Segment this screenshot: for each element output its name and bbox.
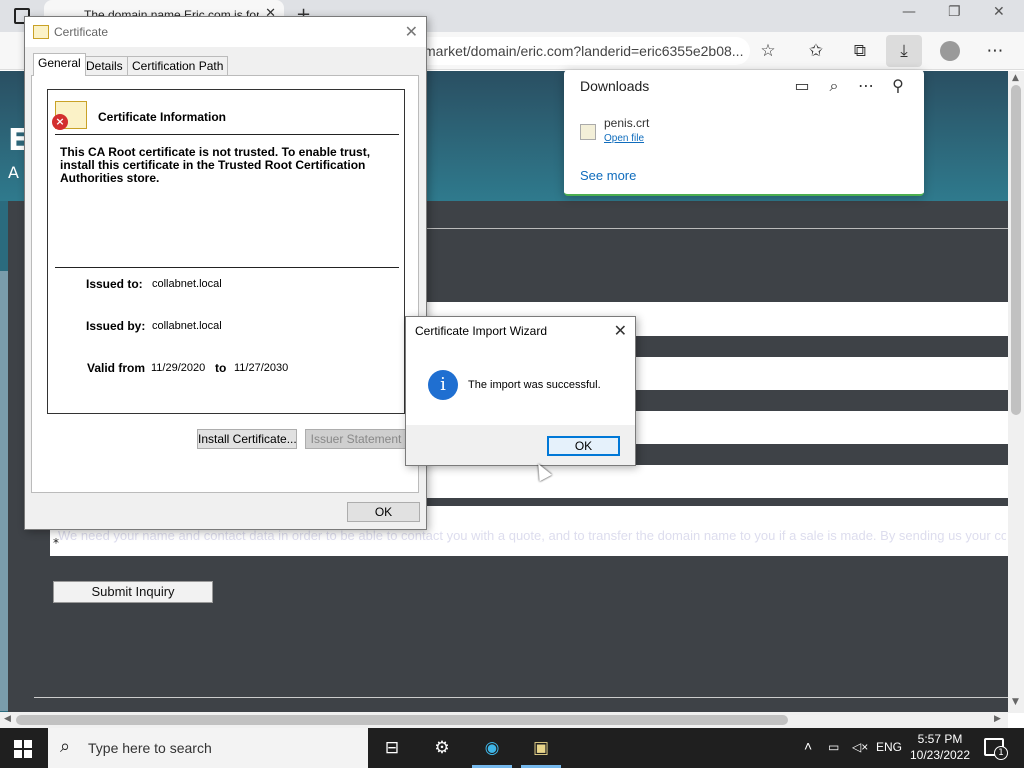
issuer-statement-button[interactable]: Issuer Statement bbox=[305, 429, 407, 449]
downloads-title: Downloads bbox=[580, 78, 650, 94]
profile-icon[interactable] bbox=[940, 41, 960, 61]
certificate-window-title: Certificate bbox=[54, 25, 109, 39]
scroll-up-icon[interactable]: ▲ bbox=[1012, 73, 1019, 83]
wizard-message: The import was successful. bbox=[468, 379, 601, 391]
import-wizard-dialog: Certificate Import Wizard ✕ i The import… bbox=[405, 316, 636, 466]
search-icon[interactable]: ⌕ bbox=[824, 76, 844, 96]
privacy-disclaimer: We need your name and contact data in or… bbox=[58, 528, 1006, 543]
certificate-icon bbox=[33, 25, 49, 39]
minimize-icon[interactable]: — bbox=[902, 4, 916, 20]
form-bottom-border bbox=[34, 697, 1008, 698]
taskbar: ⌕ Type here to search ⊟ ⚙ ◉ ▣ ˄ ▭ ◁× ENG… bbox=[0, 728, 1024, 768]
clock-date: 10/23/2022 bbox=[909, 748, 971, 762]
certificate-file-icon bbox=[580, 124, 596, 140]
clock-time: 5:57 PM bbox=[917, 732, 963, 746]
open-file-link[interactable]: Open file bbox=[604, 133, 644, 144]
input-language[interactable]: ENG bbox=[876, 740, 902, 754]
window-close-icon[interactable]: ✕ bbox=[993, 4, 1005, 20]
page-left-strip bbox=[0, 271, 8, 711]
certificate-ok-button[interactable]: OK bbox=[347, 502, 420, 522]
scroll-left-icon[interactable]: ◀ bbox=[4, 714, 11, 724]
tab-certification-path[interactable]: Certification Path bbox=[127, 56, 229, 76]
pin-icon[interactable]: ⚲ bbox=[888, 76, 908, 95]
downloads-flyout: Downloads ▭ ⌕ ⋯ ⚲ penis.crt Open file Se… bbox=[564, 70, 924, 196]
windows-start-icon[interactable] bbox=[14, 740, 32, 758]
folder-icon[interactable]: ▭ bbox=[792, 76, 812, 95]
address-text: market/domain/eric.com?landerid=eric6355… bbox=[424, 43, 744, 59]
divider bbox=[55, 134, 399, 135]
settings-gear-icon[interactable]: ⚙ bbox=[430, 736, 454, 760]
network-icon[interactable]: ▭ bbox=[828, 740, 839, 754]
favorites-icon[interactable]: ✩ bbox=[804, 39, 828, 63]
taskbar-search-box[interactable]: ⌕ Type here to search bbox=[48, 728, 368, 768]
vertical-scroll-thumb[interactable] bbox=[1011, 85, 1021, 415]
valid-to-label: to bbox=[215, 361, 227, 375]
issued-to-label: Issued to: bbox=[86, 277, 143, 291]
certificate-titlebar[interactable]: Certificate ✕ bbox=[25, 17, 426, 47]
restore-icon[interactable]: ❐ bbox=[948, 4, 961, 20]
close-icon[interactable]: ✕ bbox=[405, 22, 418, 41]
tab-general[interactable]: General bbox=[33, 53, 86, 76]
download-icon: ⤓ bbox=[900, 41, 908, 61]
see-more-link[interactable]: See more bbox=[580, 168, 636, 183]
issued-to-value: collabnet.local bbox=[152, 278, 222, 290]
valid-to-value: 11/27/2030 bbox=[234, 362, 289, 374]
wizard-title: Certificate Import Wizard bbox=[415, 324, 548, 338]
address-bar[interactable]: market/domain/eric.com?landerid=eric6355… bbox=[380, 37, 750, 65]
certificate-info-heading: Certificate Information bbox=[98, 110, 227, 124]
wizard-footer: OK bbox=[406, 425, 635, 465]
divider bbox=[55, 267, 399, 268]
notification-count: 1 bbox=[994, 746, 1008, 760]
chevron-up-icon[interactable]: ˄ bbox=[804, 738, 812, 754]
more-icon[interactable]: ⋯ bbox=[856, 76, 876, 95]
search-placeholder: Type here to search bbox=[88, 740, 212, 756]
horizontal-scrollbar[interactable]: ◀ ▶ bbox=[0, 712, 1008, 728]
download-file-name[interactable]: penis.crt bbox=[604, 116, 649, 130]
submit-inquiry-button[interactable]: Submit Inquiry bbox=[53, 581, 213, 603]
scroll-right-icon[interactable]: ▶ bbox=[994, 714, 1001, 724]
horizontal-scroll-thumb[interactable] bbox=[16, 715, 788, 725]
issued-by-value: collabnet.local bbox=[152, 320, 222, 332]
favorite-add-icon[interactable]: ☆ bbox=[756, 39, 780, 63]
certificate-dialog: Certificate ✕ General Details Certificat… bbox=[24, 16, 427, 530]
install-certificate-button[interactable]: Install Certificate... bbox=[197, 429, 297, 449]
general-tab-panel: × Certificate Information This CA Root c… bbox=[31, 75, 419, 493]
valid-from-label: Valid from bbox=[87, 361, 146, 375]
scroll-down-icon[interactable]: ▼ bbox=[1012, 697, 1019, 707]
certificate-info-box: × Certificate Information This CA Root c… bbox=[47, 89, 405, 414]
valid-from-value: 11/29/2020 bbox=[151, 362, 206, 374]
certificate-app-icon[interactable]: ▣ bbox=[529, 736, 553, 760]
vertical-scrollbar[interactable]: ▲ ▼ bbox=[1008, 71, 1024, 713]
system-clock[interactable]: 5:57 PM 10/23/2022 bbox=[908, 731, 972, 763]
task-view-icon[interactable]: ⊟ bbox=[380, 736, 404, 760]
tab-details[interactable]: Details bbox=[81, 56, 128, 76]
downloads-button[interactable]: ⤓ bbox=[886, 35, 922, 67]
info-icon: i bbox=[428, 370, 458, 400]
more-icon[interactable]: ⋯ bbox=[983, 39, 1007, 63]
close-icon[interactable]: ✕ bbox=[614, 321, 627, 340]
wizard-ok-button[interactable]: OK bbox=[547, 436, 620, 456]
edge-browser-icon[interactable]: ◉ bbox=[480, 736, 504, 760]
collections-icon[interactable]: ⧉ bbox=[848, 39, 872, 63]
volume-muted-icon[interactable]: ◁× bbox=[852, 740, 868, 754]
issued-by-label: Issued by: bbox=[86, 319, 146, 333]
trust-warning: This CA Root certificate is not trusted.… bbox=[60, 145, 371, 185]
hero-subtitle: A bbox=[8, 163, 19, 182]
search-icon: ⌕ bbox=[60, 736, 71, 757]
error-icon: × bbox=[52, 114, 68, 130]
